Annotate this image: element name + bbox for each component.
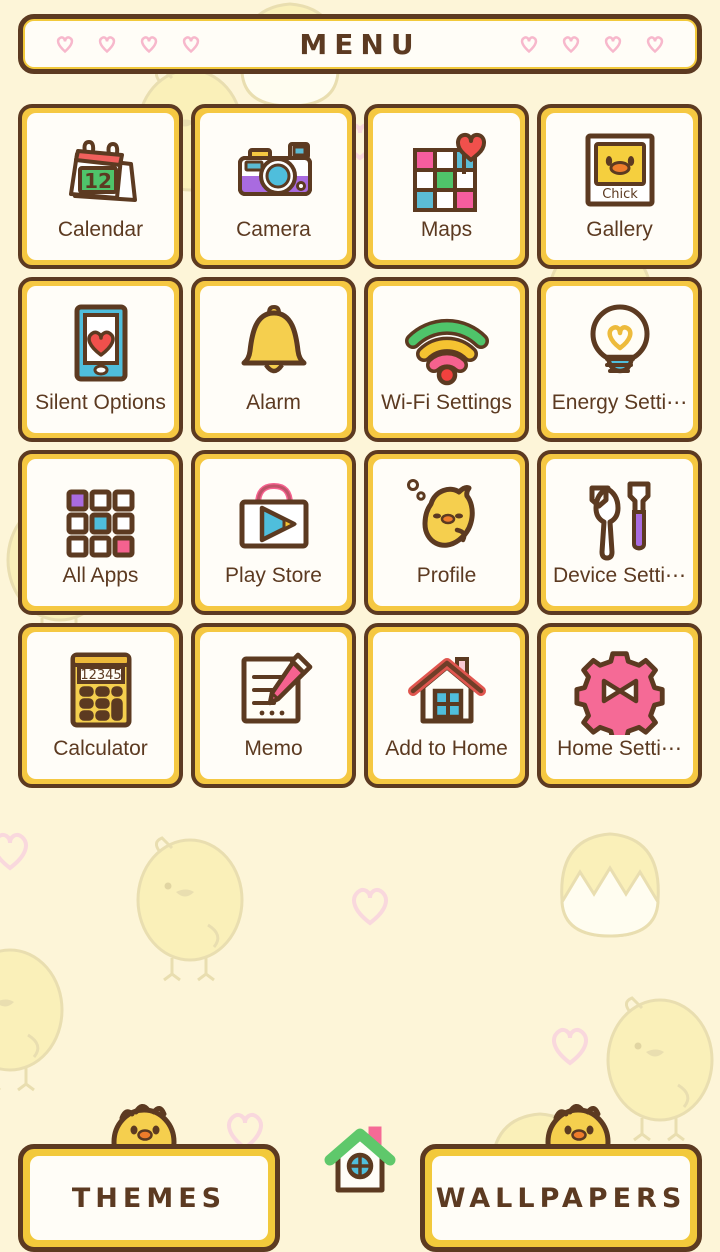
- profile-chick-icon: [401, 470, 493, 562]
- header-hearts-right: [519, 21, 665, 67]
- themes-button[interactable]: THEMES: [18, 1144, 280, 1252]
- heart-icon: [139, 34, 159, 54]
- app-tile-body: 12 Calendar: [27, 113, 174, 260]
- app-tile-body: Silent Options: [27, 286, 174, 433]
- app-label: Memo: [244, 737, 303, 760]
- heart-icon: [181, 34, 201, 54]
- app-label: Play Store: [225, 564, 322, 587]
- app-tile-body: Play Store: [200, 459, 347, 606]
- app-label: Energy Setti⋯: [551, 391, 688, 414]
- app-label: Calculator: [53, 737, 148, 760]
- app-label: Profile: [416, 564, 477, 587]
- app-label: Alarm: [246, 391, 301, 414]
- app-tile-body: Maps: [373, 113, 520, 260]
- memo-pencil-icon: [228, 643, 320, 735]
- alarm-bell-icon: [228, 297, 320, 389]
- app-tile-add-to-home[interactable]: Add to Home: [364, 623, 529, 788]
- gallery-photo-caption: Chick: [602, 187, 638, 202]
- app-tile-profile[interactable]: Profile: [364, 450, 529, 615]
- heart-icon: [97, 34, 117, 54]
- app-label: Device Setti⋯: [552, 564, 687, 587]
- app-tile-body: 12345 Calculator: [27, 632, 174, 779]
- calculator-display: 12345: [80, 668, 121, 683]
- gear-bow-icon: [573, 643, 666, 735]
- silent-options-icon: [55, 297, 147, 389]
- app-tile-calculator[interactable]: 12345 Calculator: [18, 623, 183, 788]
- wallpapers-button[interactable]: WALLPAPERS: [420, 1144, 702, 1252]
- app-tile-home-settings[interactable]: Home Setti⋯: [537, 623, 702, 788]
- app-label: Add to Home: [385, 737, 508, 760]
- maps-icon: [401, 124, 493, 216]
- app-grid: 12 Calendar Camera Maps Chick Gallery Si…: [18, 104, 702, 788]
- app-tile-body: Profile: [373, 459, 520, 606]
- app-label: Maps: [420, 218, 473, 241]
- peeking-chick-icon: [538, 1102, 618, 1148]
- bottom-bar: THEMES WALLPAPERS: [0, 1104, 720, 1252]
- tools-icon: [574, 470, 666, 562]
- app-tile-gallery[interactable]: Chick Gallery: [537, 104, 702, 269]
- page-title: MENU: [299, 27, 421, 61]
- home-house-icon: [324, 1126, 396, 1193]
- app-tile-body: Add to Home: [373, 632, 520, 779]
- house-icon: [401, 643, 493, 735]
- app-tile-body: All Apps: [27, 459, 174, 606]
- app-tile-alarm[interactable]: Alarm: [191, 277, 356, 442]
- calendar-icon: 12: [55, 124, 147, 216]
- themes-button-body: THEMES: [30, 1156, 268, 1240]
- app-tile-body: Device Setti⋯: [546, 459, 693, 606]
- app-tile-memo[interactable]: Memo: [191, 623, 356, 788]
- all-apps-grid-icon: [55, 470, 147, 562]
- heart-icon: [645, 34, 665, 54]
- app-label: Calendar: [57, 218, 144, 241]
- app-tile-body: Camera: [200, 113, 347, 260]
- wallpapers-button-label: WALLPAPERS: [435, 1182, 687, 1214]
- app-tile-body: Chick Gallery: [546, 113, 693, 260]
- app-tile-silent-options[interactable]: Silent Options: [18, 277, 183, 442]
- app-tile-all-apps[interactable]: All Apps: [18, 450, 183, 615]
- play-store-icon: [228, 470, 320, 562]
- app-tile-wifi-settings[interactable]: Wi-Fi Settings: [364, 277, 529, 442]
- app-tile-maps[interactable]: Maps: [364, 104, 529, 269]
- heart-icon: [561, 34, 581, 54]
- app-tile-energy-settings[interactable]: Energy Setti⋯: [537, 277, 702, 442]
- themes-button-label: THEMES: [71, 1182, 227, 1214]
- app-tile-device-settings[interactable]: Device Setti⋯: [537, 450, 702, 615]
- app-tile-camera[interactable]: Camera: [191, 104, 356, 269]
- app-tile-body: Home Setti⋯: [546, 632, 693, 779]
- gallery-icon: Chick: [574, 124, 666, 216]
- app-label: Camera: [236, 218, 311, 241]
- menu-header: MENU: [18, 14, 702, 74]
- header-hearts-left: [55, 21, 201, 67]
- heart-icon: [55, 34, 75, 54]
- camera-icon: [228, 124, 320, 216]
- app-label: All Apps: [62, 564, 139, 587]
- heart-icon: [603, 34, 623, 54]
- heart-icon: [519, 34, 539, 54]
- menu-header-body: MENU: [25, 21, 695, 67]
- wifi-icon: [401, 297, 493, 389]
- app-tile-body: Memo: [200, 632, 347, 779]
- app-label: Silent Options: [35, 391, 166, 414]
- app-label: Wi-Fi Settings: [381, 391, 512, 414]
- app-tile-body: Alarm: [200, 286, 347, 433]
- lightbulb-icon: [574, 297, 666, 389]
- app-tile-play-store[interactable]: Play Store: [191, 450, 356, 615]
- home-button[interactable]: [318, 1118, 402, 1202]
- wallpapers-button-body: WALLPAPERS: [432, 1156, 690, 1240]
- app-tile-calendar[interactable]: 12 Calendar: [18, 104, 183, 269]
- app-label: Home Setti⋯: [557, 737, 682, 760]
- calculator-icon: 12345: [55, 643, 147, 735]
- app-label: Gallery: [586, 218, 653, 241]
- app-tile-body: Wi-Fi Settings: [373, 286, 520, 433]
- app-tile-body: Energy Setti⋯: [546, 286, 693, 433]
- peeking-chick-icon: [104, 1102, 184, 1148]
- calendar-date: 12: [84, 169, 112, 193]
